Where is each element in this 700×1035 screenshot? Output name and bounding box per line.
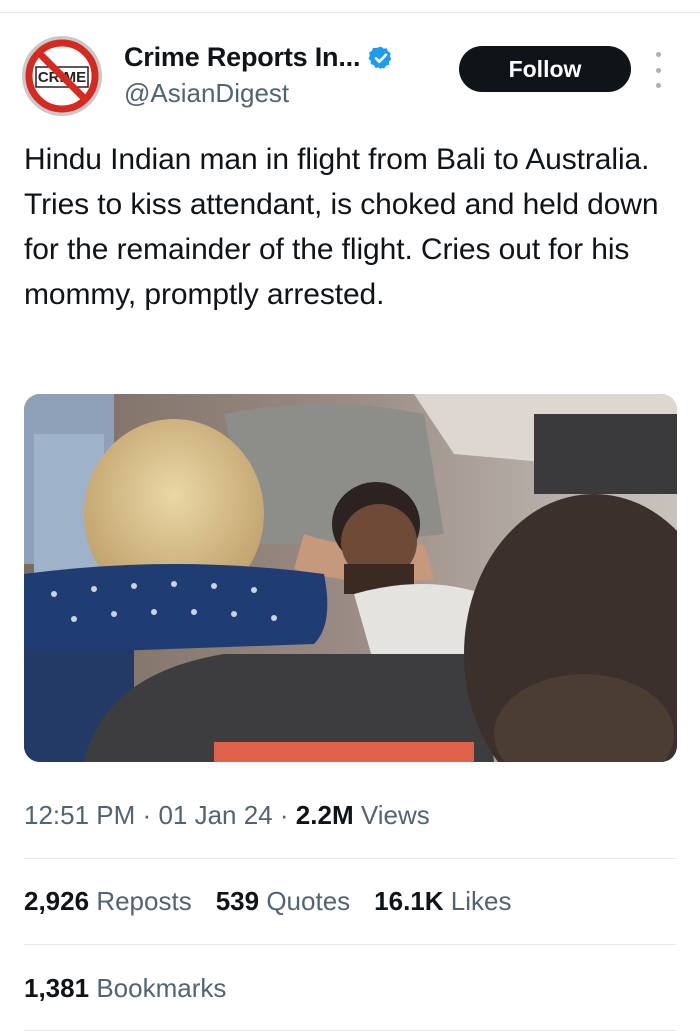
tweet-time[interactable]: 12:51 PM	[24, 800, 135, 830]
verified-badge-icon	[368, 45, 394, 71]
bookmarks-label: Bookmarks	[96, 973, 227, 1003]
tweet-date[interactable]: 01 Jan 24	[158, 800, 272, 830]
bookmarks-count: 1,381	[24, 973, 90, 1003]
user-handle[interactable]: @AsianDigest	[124, 78, 289, 109]
quotes-label: Quotes	[266, 886, 351, 916]
tweet-header: CRIME Crime Reports In... @AsianDigest F…	[22, 36, 678, 116]
quotes-stat[interactable]: 539 Quotes	[216, 886, 350, 917]
no-crime-logo-icon: CRIME	[22, 36, 102, 116]
follow-button[interactable]: Follow	[459, 46, 631, 92]
views-count: 2.2M	[295, 800, 354, 830]
views-label: Views	[360, 800, 430, 830]
tweet-media-image[interactable]	[24, 394, 677, 762]
tweet-meta-row: 12:51 PM · 01 Jan 24 · 2.2M Views	[24, 800, 430, 831]
engagement-stats-row: 2,926 Reposts 539 Quotes 16.1K Likes	[24, 886, 535, 917]
quotes-count: 539	[215, 886, 260, 916]
display-name[interactable]: Crime Reports In...	[124, 42, 360, 73]
divider	[24, 1030, 676, 1031]
reposts-stat[interactable]: 2,926 Reposts	[24, 886, 192, 917]
meta-separator: ·	[142, 800, 152, 830]
top-divider	[0, 12, 700, 13]
reposts-label: Reposts	[96, 886, 192, 916]
likes-count: 16.1K	[374, 886, 444, 916]
divider	[24, 944, 676, 945]
name-row: Crime Reports In...	[124, 42, 394, 73]
avatar[interactable]: CRIME	[22, 36, 102, 116]
more-options-icon[interactable]	[648, 52, 668, 88]
divider	[24, 858, 676, 859]
bookmarks-stat[interactable]: 1,381 Bookmarks	[24, 973, 226, 1004]
reposts-count: 2,926	[24, 886, 90, 916]
tweet-text: Hindu Indian man in flight from Bali to …	[24, 143, 659, 311]
airplane-cabin-photo	[24, 394, 677, 762]
likes-label: Likes	[450, 886, 512, 916]
likes-stat[interactable]: 16.1K Likes	[374, 886, 511, 917]
meta-separator: ·	[279, 800, 289, 830]
